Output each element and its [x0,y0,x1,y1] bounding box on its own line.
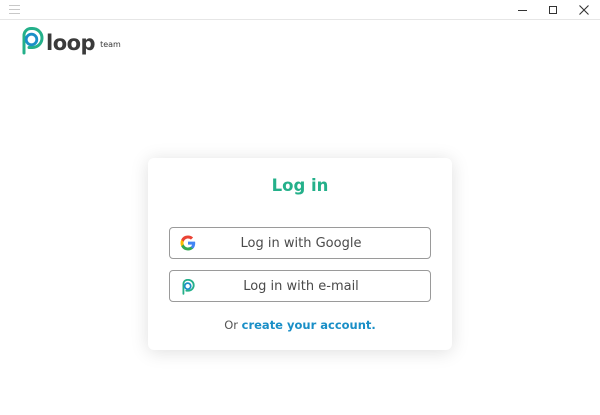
app-logo: loop team [19,27,121,55]
footer-prefix: Or [224,318,238,332]
create-account-text: Or create your account. [0,318,600,332]
google-login-button[interactable]: Log in with Google [169,227,431,259]
title-bar [0,0,600,20]
maximize-icon [549,6,557,14]
google-login-label: Log in with Google [240,235,362,251]
brand-name: loop [46,31,96,55]
loop-logo-icon [22,27,44,55]
minimize-button[interactable] [506,0,538,20]
email-login-label: Log in with e-mail [243,278,359,294]
minimize-icon [517,9,527,11]
close-button[interactable] [568,0,600,20]
hamburger-menu-icon[interactable] [9,5,20,14]
brand-suffix: team [100,40,121,49]
page-title: Log in [271,176,329,195]
maximize-button[interactable] [537,0,569,20]
email-login-button[interactable]: Log in with e-mail [169,270,431,302]
close-icon [579,5,589,15]
create-account-link[interactable]: create your account. [242,318,376,332]
